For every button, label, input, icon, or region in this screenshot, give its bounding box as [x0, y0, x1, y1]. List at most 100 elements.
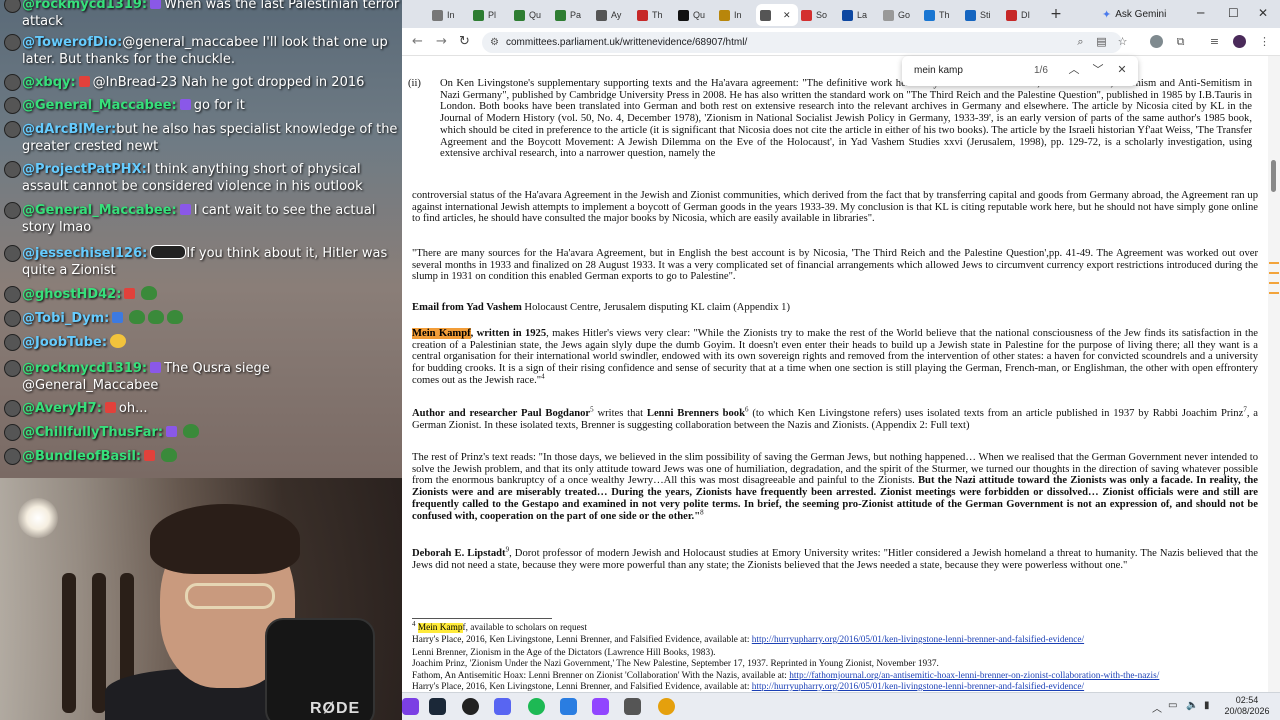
chat-username[interactable]: @rockmycd1319:: [22, 0, 147, 12]
chat-username[interactable]: @General_Maccabee:: [22, 98, 177, 113]
back-icon[interactable]: ←: [412, 34, 423, 49]
system-clock[interactable]: 02:54 20/08/2026: [1224, 695, 1270, 717]
footnote-8b-link[interactable]: http://hurryupharry.org/2016/05/01/ken-l…: [752, 682, 1084, 692]
tab-favicon-icon: [432, 9, 443, 21]
find-previous-icon[interactable]: ︿: [1066, 62, 1082, 78]
app-icon[interactable]: [402, 698, 419, 715]
footnote-ref[interactable]: 8: [700, 508, 704, 516]
forward-icon[interactable]: →: [436, 34, 447, 49]
chat-message: @General_Maccabee: go for it: [4, 97, 400, 114]
obs-icon[interactable]: [462, 698, 479, 715]
tab-favicon-icon: [842, 9, 853, 21]
clock-time: 02:54: [1235, 695, 1259, 705]
minimize-icon[interactable]: ─: [1197, 6, 1204, 20]
emote-icon: [129, 310, 146, 324]
footnote-7: Joachim Prinz, 'Zionism Under the Nazi G…: [412, 659, 939, 669]
chat-username[interactable]: @BundleofBasil:: [22, 449, 141, 464]
profile-avatar[interactable]: [1233, 35, 1246, 48]
tray-chevron-icon[interactable]: ︿: [1152, 700, 1162, 715]
browser-tab[interactable]: Th: [920, 4, 962, 26]
browser-tab[interactable]: So: [797, 4, 839, 26]
maximize-icon[interactable]: ☐: [1228, 6, 1239, 20]
paragraph-prinz: The rest of Prinz's text reads: "In thos…: [412, 452, 1258, 522]
browser-tab[interactable]: Sti: [961, 4, 1003, 26]
tab-favicon-icon: [801, 9, 812, 21]
chrome-icon[interactable]: [658, 698, 675, 715]
extension-icon[interactable]: [1150, 35, 1163, 48]
find-next-icon[interactable]: ﹀: [1090, 62, 1106, 78]
bookmark-star-icon[interactable]: ☆: [1116, 35, 1129, 48]
find-input[interactable]: mein kamp: [914, 65, 963, 76]
reader-icon[interactable]: ▤: [1095, 35, 1108, 48]
tab-label: Go: [898, 10, 911, 20]
tab-active[interactable]: ✕: [756, 4, 798, 26]
browser-tab[interactable]: Pl: [469, 4, 511, 26]
site-info-icon[interactable]: ⚙: [490, 32, 499, 53]
new-tab-icon[interactable]: +: [1048, 6, 1064, 22]
vertical-scrollbar[interactable]: [1268, 56, 1280, 692]
zoom-icon[interactable]: ⌕: [1074, 35, 1087, 48]
scrollbar-thumb[interactable]: [1271, 160, 1276, 192]
chat-username[interactable]: @TowerofDio:: [22, 35, 122, 50]
chat-username[interactable]: @AveryH7:: [22, 401, 102, 416]
chat-text: @InBread-23 Nah he got dropped in 2016: [92, 75, 365, 90]
chat-avatar: [4, 286, 21, 303]
browser-tab[interactable]: DI: [1002, 4, 1044, 26]
chat-username[interactable]: @Tobi_Dym:: [22, 311, 109, 326]
author-mid: writes that: [593, 408, 647, 419]
extensions-puzzle-icon[interactable]: ⧉: [1174, 35, 1187, 48]
find-close-icon[interactable]: ✕: [1114, 62, 1130, 78]
chat-username[interactable]: @rockmycd1319:: [22, 361, 147, 376]
chat-username[interactable]: @General_Maccabee:: [22, 203, 177, 218]
browser-tab[interactable]: In: [715, 4, 757, 26]
menu-icon[interactable]: ⋮: [1258, 35, 1271, 48]
app-icon[interactable]: [560, 698, 577, 715]
chat-username[interactable]: @dArcBlMer:: [22, 122, 116, 137]
tab-close-icon[interactable]: ✕: [783, 10, 791, 21]
tab-label: Qu: [693, 10, 706, 20]
browser-tab[interactable]: La: [838, 4, 880, 26]
reload-icon[interactable]: ↻: [459, 34, 470, 49]
clock-date: 20/08/2026: [1224, 706, 1270, 716]
browser-tab[interactable]: Pa: [551, 4, 593, 26]
tab-favicon-icon: [883, 9, 894, 21]
browser-tab[interactable]: Ay: [592, 4, 634, 26]
tab-favicon-icon: [965, 9, 976, 21]
chat-message: @TowerofDio:@general_maccabee I'll look …: [4, 34, 400, 68]
emote-icon: [148, 310, 165, 324]
footnote-5-link[interactable]: http://hurryupharry.org/2016/05/01/ken-l…: [752, 635, 1084, 645]
chat-message: @rockmycd1319: When was the last Palestin…: [4, 0, 400, 30]
paragraph-continuation: controversial status of the Ha'avara Agr…: [412, 190, 1258, 225]
browser-tab[interactable]: Go: [879, 4, 921, 26]
browser-tab[interactable]: Qu: [674, 4, 716, 26]
chat-username[interactable]: @jessechisel126:: [22, 246, 147, 261]
media-icon[interactable]: ≡: [1208, 35, 1221, 48]
tab-label: In: [447, 10, 455, 20]
app-icon[interactable]: [592, 698, 609, 715]
browser-tab[interactable]: Qu: [510, 4, 552, 26]
window-close-icon[interactable]: ✕: [1258, 6, 1268, 20]
app-icon[interactable]: [624, 698, 641, 715]
footnote-ref[interactable]: 4: [541, 372, 545, 380]
find-marker: [1269, 272, 1279, 274]
battery-icon[interactable]: ▮: [1204, 700, 1210, 711]
footnote-8-link[interactable]: http://fathomjournal.org/an-antisemitic-…: [789, 671, 1159, 681]
chat-username[interactable]: @xbqy:: [22, 75, 76, 90]
network-icon[interactable]: ▭: [1168, 700, 1177, 711]
spotify-icon[interactable]: [528, 698, 545, 715]
address-bar[interactable]: ⚙ committees.parliament.uk/writteneviden…: [482, 32, 1122, 53]
chat-username[interactable]: @ProjectPatPHX:: [22, 162, 147, 177]
chat-badge-icon: [179, 99, 191, 110]
browser-tab[interactable]: In: [428, 4, 470, 26]
list-marker: (ii): [408, 78, 421, 89]
discord-icon[interactable]: [494, 698, 511, 715]
mic-brand-label: RØDE: [310, 700, 361, 717]
document-content: (ii) On Ken Livingstone's supplementary …: [402, 56, 1268, 692]
ask-gemini-button[interactable]: ✦ Ask Gemini: [1102, 5, 1182, 23]
chat-username[interactable]: @ghostHD42:: [22, 287, 121, 302]
volume-icon[interactable]: 🔈: [1186, 700, 1198, 711]
browser-tab[interactable]: Th: [633, 4, 675, 26]
chat-username[interactable]: @ChillfullyThusFar:: [22, 425, 163, 440]
steam-icon[interactable]: [429, 698, 446, 715]
chat-username[interactable]: @JoobTube:: [22, 335, 107, 350]
